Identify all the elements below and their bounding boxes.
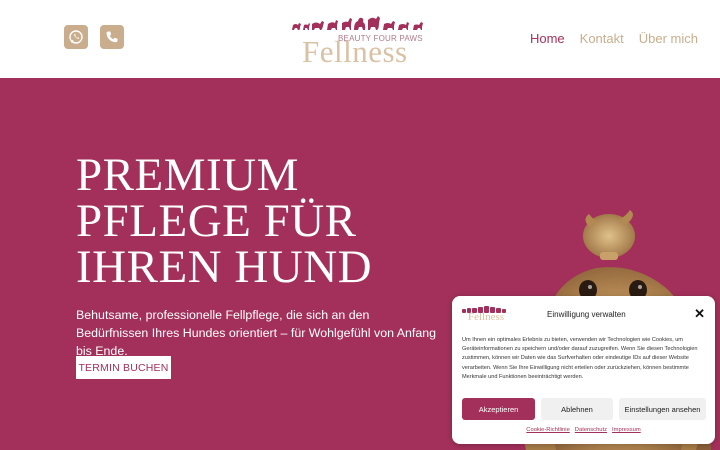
accept-cookies-button[interactable]: Akzeptieren <box>462 398 535 420</box>
imprint-link[interactable]: Impressum <box>612 427 641 433</box>
dog-silhouettes-logo <box>292 16 423 30</box>
cookie-logo: Fellness <box>462 305 510 323</box>
cookie-title: Einwilligung verwalten <box>547 310 626 319</box>
deny-cookies-button[interactable]: Ablehnen <box>541 398 613 420</box>
main-nav: Home Kontakt Über mich <box>530 31 698 46</box>
nav-home[interactable]: Home <box>530 31 565 46</box>
cookie-logo-name: Fellness <box>468 311 505 323</box>
close-icon[interactable]: ✕ <box>694 307 705 320</box>
cookie-links: Cookie-Richtlinie Datenschutz Impressum <box>452 427 715 433</box>
cookie-description: Um Ihnen ein optimales Erlebnis zu biete… <box>462 337 698 380</box>
phone-icon <box>106 31 118 43</box>
privacy-link[interactable]: Datenschutz <box>575 427 607 433</box>
whatsapp-button[interactable] <box>64 25 88 49</box>
cookie-policy-link[interactable]: Cookie-Richtlinie <box>526 427 570 433</box>
site-header: Fellness BEAUTY FOUR PAWS Home Kontakt Ü… <box>0 0 720 78</box>
hero-description: Behutsame, professionelle Fellpflege, di… <box>76 308 437 358</box>
nav-ueber-mich[interactable]: Über mich <box>639 31 698 46</box>
book-appointment-button[interactable]: TERMIN BUCHEN <box>76 356 171 379</box>
cookie-consent-dialog: Fellness Einwilligung verwalten ✕ Um Ihn… <box>452 296 715 444</box>
phone-button[interactable] <box>100 25 124 49</box>
hero-title: PREMIUM PFLEGE FÜR IHREN HUND <box>76 149 373 293</box>
whatsapp-icon <box>69 30 83 44</box>
cookie-settings-button[interactable]: Einstellungen ansehen <box>619 398 706 420</box>
hero-title-line: PFLEGE FÜR <box>76 195 357 247</box>
site-logo[interactable]: Fellness BEAUTY FOUR PAWS <box>286 10 432 69</box>
nav-kontakt[interactable]: Kontakt <box>580 31 624 46</box>
hero-title-line: PREMIUM <box>76 149 299 201</box>
hero-title-line: IHREN HUND <box>76 241 373 293</box>
logo-subtitle: BEAUTY FOUR PAWS <box>338 34 423 43</box>
